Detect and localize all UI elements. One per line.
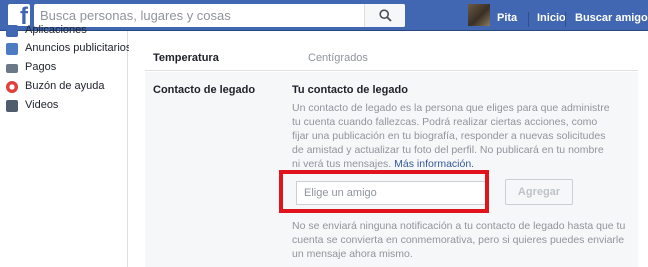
sidebar-item-label: Videos	[25, 99, 59, 111]
apps-icon	[6, 25, 18, 37]
legacy-contact-label: Contacto de legado	[153, 84, 256, 96]
temperature-label: Temperatura	[153, 52, 219, 64]
search-bar	[34, 4, 405, 27]
more-info-link[interactable]: Más información.	[394, 158, 474, 170]
settings-sidebar: Aplicaciones Anuncios publicitarios Pago…	[0, 24, 132, 267]
nav-divider	[528, 12, 529, 27]
temperature-row[interactable]: Temperatura Centígrados	[145, 45, 638, 71]
home-link[interactable]: Inicio	[537, 12, 566, 24]
temperature-value: Centígrados	[308, 52, 368, 64]
user-name-link[interactable]: Pita	[497, 12, 517, 24]
nav-divider	[565, 12, 566, 27]
top-bar: f Pita Inicio Buscar amigos	[0, 0, 648, 31]
settings-content: Temperatura Centígrados Contacto de lega…	[129, 31, 648, 267]
choose-friend-input[interactable]	[296, 181, 486, 205]
sidebar-item-label: Aplicaciones	[25, 24, 87, 36]
sidebar-item-label: Pagos	[25, 61, 57, 73]
user-avatar[interactable]	[468, 4, 490, 26]
videos-icon	[6, 100, 18, 112]
help-inbox-icon	[6, 81, 18, 93]
search-icon	[379, 9, 392, 22]
legacy-contact-section: Contacto de legado Tu contacto de legado…	[145, 72, 638, 267]
ads-icon	[6, 43, 18, 55]
add-button[interactable]: Agregar	[505, 179, 573, 205]
find-friends-link[interactable]: Buscar amigos	[575, 12, 648, 24]
payments-icon	[6, 64, 18, 73]
sidebar-item-label: Anuncios publicitarios	[25, 42, 132, 54]
legacy-contact-title: Tu contacto de legado	[292, 84, 408, 96]
facebook-logo-icon[interactable]: f	[8, 4, 30, 29]
search-button[interactable]	[364, 4, 405, 27]
sidebar-item-label: Buzón de ayuda	[25, 80, 105, 92]
legacy-contact-description: Un contacto de legado es la persona que …	[292, 101, 614, 171]
legacy-notification-note: No se enviará ninguna notificación a tu …	[292, 220, 626, 260]
